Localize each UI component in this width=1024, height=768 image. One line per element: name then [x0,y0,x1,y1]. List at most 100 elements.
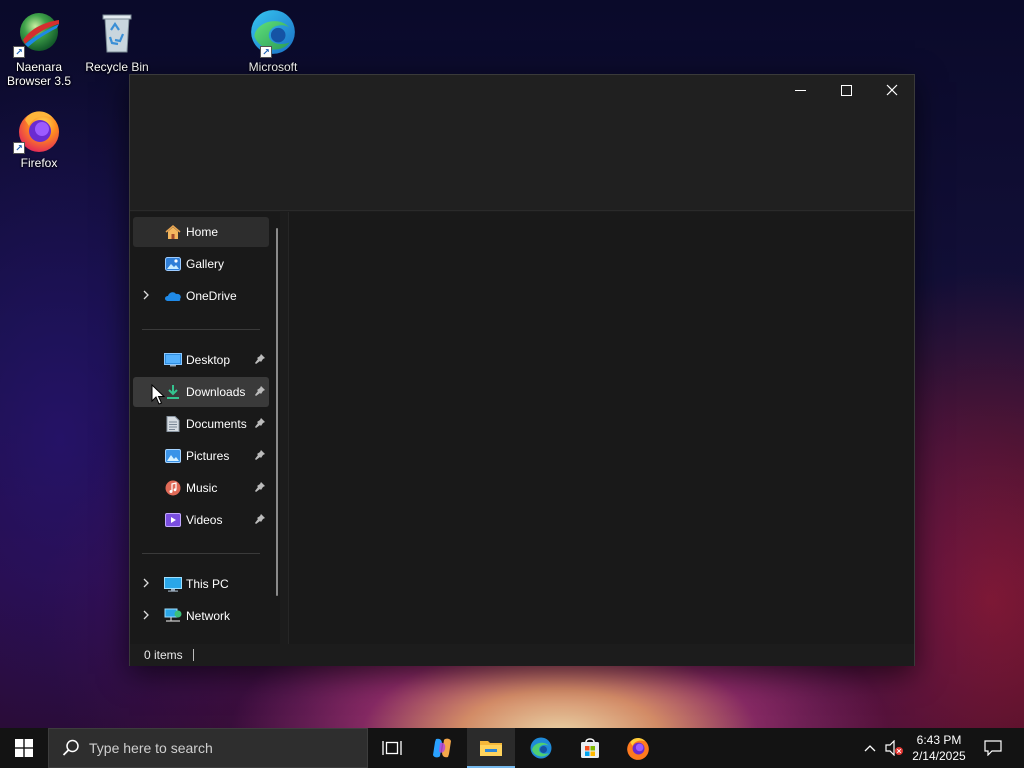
copilot-icon [433,738,451,758]
nav-item-desktop[interactable]: Desktop [133,345,269,375]
desktop-icon-label: Microsoft [248,60,298,74]
downloads-icon [164,384,182,400]
desktop-icon-label: Recycle Bin [85,60,149,74]
nav-item-label: Gallery [186,257,225,271]
nav-separator [142,553,260,554]
desktop-icon-label: Firefox [20,156,58,170]
desktop-icon-firefox[interactable]: ↗ Firefox [1,106,77,170]
close-icon [886,84,898,96]
nav-item-pictures[interactable]: Pictures [133,441,269,471]
status-divider [192,649,194,661]
nav-item-videos[interactable]: Videos [133,505,269,535]
chevron-right-icon[interactable] [141,578,151,591]
command-area [130,105,914,211]
nav-item-label: Downloads [186,385,246,399]
firefox-icon [627,737,649,760]
maximize-button[interactable] [823,75,869,105]
network-icon [164,608,182,624]
nav-item-home[interactable]: Home [133,217,269,247]
nav-item-label: Pictures [186,449,230,463]
title-bar[interactable] [130,75,914,105]
edge-button[interactable] [517,728,565,768]
nav-item-label: Network [186,609,231,623]
edge-icon [530,737,552,759]
nav-item-label: Desktop [186,353,231,367]
notifications-button[interactable] [978,728,1008,768]
clock[interactable]: 6:43 PM 2/14/2025 [906,728,972,768]
edge-icon: ↗ [248,6,298,58]
documents-icon [164,416,182,432]
shortcut-arrow-icon: ↗ [13,46,25,58]
show-hidden-icons-button[interactable] [860,728,880,768]
start-button[interactable] [0,728,48,768]
navigation-pane: Home Gallery OneDrive Desktop Downloads … [130,212,280,644]
firefox-icon: ↗ [13,106,63,154]
nav-item-label: This PC [186,577,229,591]
home-icon [164,224,182,240]
file-list-area[interactable] [288,212,914,644]
pin-icon[interactable] [255,449,265,463]
music-icon [164,480,182,496]
item-count: 0 items [144,648,183,662]
search-icon [61,738,81,758]
gallery-icon [164,256,182,272]
nav-item-label: Documents [186,417,247,431]
task-view-icon [382,741,402,755]
taskbar: Type here to search 6:43 PM 2/14/2025 [0,728,1024,768]
volume-button[interactable] [883,728,905,768]
shortcut-arrow-icon: ↗ [13,142,25,154]
minimize-icon [794,89,806,91]
minimize-button[interactable] [777,75,823,105]
this-pc-icon [164,576,182,592]
nav-item-documents[interactable]: Documents [133,409,269,439]
pin-icon[interactable] [255,513,265,527]
volume-muted-icon [885,740,903,756]
videos-icon [164,512,182,528]
chevron-right-icon[interactable] [141,610,151,623]
chevron-up-icon [864,745,876,752]
status-bar: 0 items [130,644,914,666]
pin-icon[interactable] [255,353,265,367]
mouse-cursor-icon [151,384,165,405]
clock-date: 2/14/2025 [912,749,966,763]
desktop-icon-label: Naenara [15,60,63,74]
nav-item-label: OneDrive [186,289,237,303]
file-explorer-icon [480,741,502,756]
task-view-button[interactable] [368,728,416,768]
recycle-bin-icon [93,10,141,58]
desktop-icon-edge[interactable]: ↗ Microsoft [235,6,311,74]
desktop-icon-naenara[interactable]: ↗ Naenara Browser 3.5 [1,10,77,88]
nav-item-music[interactable]: Music [133,473,269,503]
nav-item-label: Home [186,225,219,239]
pictures-icon [164,448,182,464]
onedrive-icon [164,288,182,304]
desktop-icon-label: Browser 3.5 [6,74,72,88]
file-explorer-button[interactable] [467,728,515,768]
desktop-icon-recycle-bin[interactable]: Recycle Bin [79,10,155,74]
close-button[interactable] [869,75,915,105]
nav-item-network[interactable]: Network [133,601,269,631]
copilot-button[interactable] [418,728,466,768]
desktop-folder-icon [164,352,182,368]
nav-separator [142,329,260,330]
firefox-button[interactable] [614,728,662,768]
windows-logo-icon [15,739,33,757]
nav-item-gallery[interactable]: Gallery [133,249,269,279]
chevron-right-icon[interactable] [141,290,151,303]
naenara-browser-icon: ↗ [13,10,63,58]
nav-item-onedrive[interactable]: OneDrive [133,281,269,311]
search-placeholder: Type here to search [89,740,213,756]
shortcut-arrow-icon: ↗ [260,46,272,58]
file-explorer-window: Home Gallery OneDrive Desktop Downloads … [129,74,915,666]
pin-icon[interactable] [255,481,265,495]
pin-icon[interactable] [255,385,265,399]
nav-item-label: Videos [186,513,223,527]
notifications-icon [984,740,1002,756]
microsoft-store-icon [581,738,599,758]
maximize-icon [840,84,852,96]
nav-item-this-pc[interactable]: This PC [133,569,269,599]
microsoft-store-button[interactable] [566,728,614,768]
nav-scrollbar[interactable] [276,228,278,596]
pin-icon[interactable] [255,417,265,431]
taskbar-search-box[interactable]: Type here to search [48,728,368,768]
